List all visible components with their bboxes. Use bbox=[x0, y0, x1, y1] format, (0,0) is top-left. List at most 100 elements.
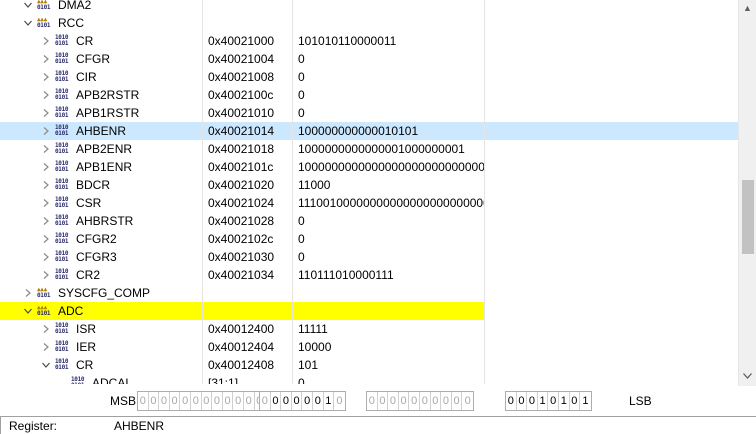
value-cell[interactable] bbox=[293, 284, 485, 302]
peripheral-row[interactable]: ▲▲▲ 0101 DMA2 bbox=[0, 0, 738, 14]
bit-cell[interactable]: 0 bbox=[159, 392, 170, 410]
register-row[interactable]: 1010 0101 CR 0x40012408 101 bbox=[0, 356, 738, 374]
register-row[interactable]: 1010 0101 APB2RSTR 0x4002100c 0 bbox=[0, 86, 738, 104]
chevron-right-icon[interactable] bbox=[40, 248, 52, 266]
register-row[interactable]: 1010 0101 CFGR 0x40021004 0 bbox=[0, 50, 738, 68]
bit-cell[interactable]: 0 bbox=[191, 392, 202, 410]
bit-cell[interactable]: 0 bbox=[462, 392, 473, 410]
bit-cell[interactable]: 0 bbox=[570, 392, 581, 410]
bit-cell[interactable]: 0 bbox=[517, 392, 528, 410]
register-row[interactable]: 1010 0101 CIR 0x40021008 0 bbox=[0, 68, 738, 86]
chevron-right-icon[interactable] bbox=[40, 86, 52, 104]
bit-cell[interactable]: 0 bbox=[302, 392, 313, 410]
bit-cell[interactable]: 0 bbox=[367, 392, 378, 410]
bit-cell[interactable]: 0 bbox=[420, 392, 431, 410]
peripheral-row[interactable]: ▲▲▲ 0101 ADC bbox=[0, 302, 738, 320]
bit-cell[interactable]: 0 bbox=[138, 392, 149, 410]
value-cell[interactable] bbox=[293, 14, 485, 32]
bit-cell[interactable]: 0 bbox=[180, 392, 191, 410]
scroll-up-icon[interactable]: ▲ bbox=[739, 0, 756, 16]
register-row[interactable]: 1010 0101 CR2 0x40021034 110111010000111 bbox=[0, 266, 738, 284]
register-tree[interactable]: ▲▲▲ 0101 DMA2 ▲▲▲ 0101 RCC 1010 0101 CR 0x4002100… bbox=[0, 0, 738, 384]
register-row[interactable]: 1010 0101 BDCR 0x40021020 11000 bbox=[0, 176, 738, 194]
register-row[interactable]: 1010 0101 CSR 0x40021024 1110010000000000000… bbox=[0, 194, 738, 212]
register-row[interactable]: 1010 0101 CFGR2 0x4002102c 0 bbox=[0, 230, 738, 248]
bit-cell[interactable]: 0 bbox=[334, 392, 345, 410]
value-cell[interactable]: 101 bbox=[293, 356, 485, 374]
bit-cell[interactable]: 0 bbox=[292, 392, 303, 410]
register-row[interactable]: 1010 0101 CFGR3 0x40021030 0 bbox=[0, 248, 738, 266]
bit-cell[interactable]: 0 bbox=[260, 392, 271, 410]
value-cell[interactable]: 10000 bbox=[293, 338, 485, 356]
chevron-right-icon[interactable] bbox=[40, 266, 52, 284]
value-cell[interactable]: 11100100000000000000000000000 bbox=[293, 194, 485, 212]
register-row[interactable]: 1010 0101 ISR 0x40012400 11111 bbox=[0, 320, 738, 338]
chevron-down-icon[interactable] bbox=[22, 302, 34, 320]
value-cell[interactable]: 0 bbox=[293, 212, 485, 230]
chevron-right-icon[interactable] bbox=[40, 176, 52, 194]
chevron-down-icon[interactable] bbox=[22, 14, 34, 32]
register-row[interactable]: 1010 0101 CR 0x40021000 101010110000011 bbox=[0, 32, 738, 50]
scrollbar-thumb[interactable] bbox=[742, 180, 754, 254]
value-cell[interactable]: 11111 bbox=[293, 320, 485, 338]
chevron-right-icon[interactable] bbox=[40, 212, 52, 230]
bit-cell[interactable]: 0 bbox=[170, 392, 181, 410]
bit-cell[interactable]: 0 bbox=[399, 392, 410, 410]
chevron-right-icon[interactable] bbox=[40, 50, 52, 68]
vertical-scrollbar[interactable]: ▲ bbox=[738, 0, 756, 386]
value-cell[interactable]: 0 bbox=[293, 68, 485, 86]
value-cell[interactable] bbox=[293, 302, 485, 320]
chevron-down-icon[interactable] bbox=[22, 0, 34, 14]
register-row[interactable]: 1010 0101 AHBRSTR 0x40021028 0 bbox=[0, 212, 738, 230]
bit-cell[interactable]: 1 bbox=[538, 392, 549, 410]
bit-cell[interactable]: 0 bbox=[313, 392, 324, 410]
bit-cell[interactable]: 0 bbox=[548, 392, 559, 410]
value-cell[interactable]: 10000000000000000000000000000 bbox=[293, 158, 485, 176]
value-cell[interactable]: 110111010000111 bbox=[293, 266, 485, 284]
bit-cell[interactable]: 0 bbox=[378, 392, 389, 410]
value-cell[interactable]: 101010110000011 bbox=[293, 32, 485, 50]
chevron-right-icon[interactable] bbox=[40, 122, 52, 140]
bit-cell[interactable]: 0 bbox=[271, 392, 282, 410]
chevron-right-icon[interactable] bbox=[40, 158, 52, 176]
value-cell[interactable]: 0 bbox=[293, 374, 485, 384]
value-cell[interactable]: 0 bbox=[293, 86, 485, 104]
chevron-right-icon[interactable] bbox=[40, 140, 52, 158]
bit-cell[interactable]: 0 bbox=[441, 392, 452, 410]
chevron-right-icon[interactable] bbox=[40, 230, 52, 248]
peripheral-row[interactable]: ▲▲▲ 0101 SYSCFG_COMP bbox=[0, 284, 738, 302]
register-row[interactable]: 1010 0101 APB1ENR 0x4002101c 100000000000000… bbox=[0, 158, 738, 176]
bit-cell[interactable]: 0 bbox=[452, 392, 463, 410]
bit-cell[interactable]: 0 bbox=[202, 392, 213, 410]
bit-cell[interactable]: 1 bbox=[580, 392, 591, 410]
chevron-right-icon[interactable] bbox=[40, 320, 52, 338]
value-cell[interactable]: 0 bbox=[293, 50, 485, 68]
bit-cell[interactable]: 0 bbox=[223, 392, 234, 410]
register-row[interactable]: 1010 0101 IER 0x40012404 10000 bbox=[0, 338, 738, 356]
bit-cell[interactable]: 1 bbox=[559, 392, 570, 410]
chevron-right-icon[interactable] bbox=[22, 284, 34, 302]
chevron-right-icon[interactable] bbox=[40, 194, 52, 212]
bit-cell[interactable]: 0 bbox=[281, 392, 292, 410]
bit-cell[interactable]: 0 bbox=[388, 392, 399, 410]
bit-cell[interactable]: 1 bbox=[324, 392, 335, 410]
field-row[interactable]: 10100101 ADCAL [31:1]0 bbox=[0, 374, 738, 384]
value-cell[interactable]: 11000 bbox=[293, 176, 485, 194]
register-row[interactable]: 1010 0101 AHBENR 0x40021014 1000000000000101… bbox=[0, 122, 738, 140]
bit-cell[interactable]: 0 bbox=[244, 392, 255, 410]
scroll-down-icon[interactable] bbox=[739, 368, 756, 384]
bit-cell[interactable]: 0 bbox=[233, 392, 244, 410]
chevron-right-icon[interactable] bbox=[40, 104, 52, 122]
value-cell[interactable]: 0 bbox=[293, 248, 485, 266]
chevron-down-icon[interactable] bbox=[40, 356, 52, 374]
bit-cell[interactable]: 0 bbox=[409, 392, 420, 410]
value-cell[interactable]: 100000000000010101 bbox=[293, 122, 485, 140]
bit-cell[interactable]: 0 bbox=[212, 392, 223, 410]
value-cell[interactable]: 1000000000000001000000001 bbox=[293, 140, 485, 158]
bit-cell[interactable]: 0 bbox=[149, 392, 160, 410]
bit-cell[interactable]: 0 bbox=[527, 392, 538, 410]
register-row[interactable]: 1010 0101 APB2ENR 0x40021018 100000000000000… bbox=[0, 140, 738, 158]
peripheral-row[interactable]: ▲▲▲ 0101 RCC bbox=[0, 14, 738, 32]
bit-cell[interactable]: 0 bbox=[506, 392, 517, 410]
chevron-right-icon[interactable] bbox=[40, 338, 52, 356]
